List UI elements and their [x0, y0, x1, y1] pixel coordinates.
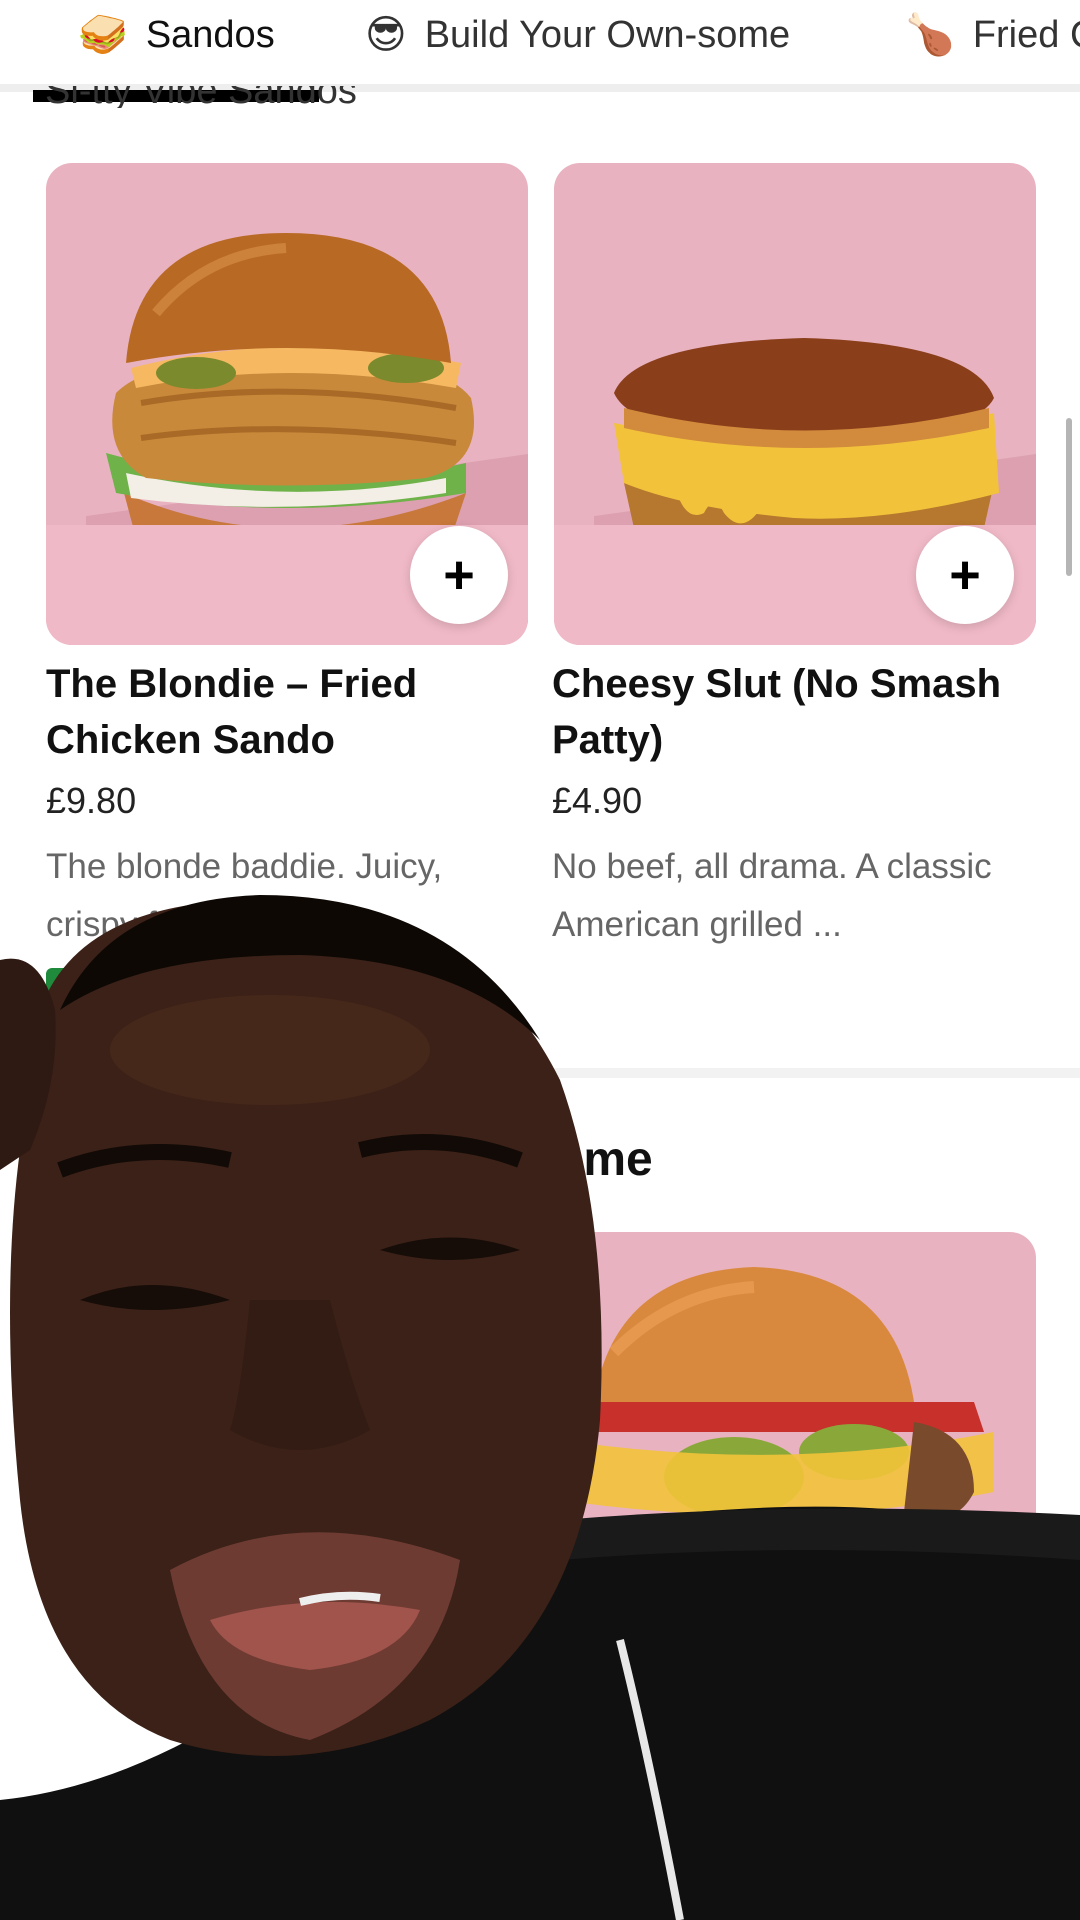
tab-label: Build Your Own-some — [424, 13, 791, 56]
product-title[interactable]: Cheesy Slut (No Smash Patty) — [552, 656, 1022, 768]
tab-sandos[interactable]: 🥪 Sandos — [78, 10, 275, 60]
product-image-burger[interactable] — [554, 1232, 1036, 1632]
product-title[interactable]: The Blondie – Fried Chicken Sando — [46, 656, 516, 768]
add-to-cart-button[interactable]: + — [410, 526, 508, 624]
scrollbar[interactable] — [1066, 418, 1072, 576]
tab-build-your-own[interactable]: 😎 Build Your Own-some — [365, 10, 790, 60]
cheeseburger-image — [574, 1267, 994, 1519]
sandwich-icon: 🥪 — [78, 13, 128, 57]
section-title: ome — [554, 1133, 653, 1186]
tab-label: Fried C — [972, 13, 1080, 56]
section-divider — [0, 1068, 1080, 1078]
tab-fried-chicken[interactable]: 🍗 Fried C — [905, 10, 1080, 60]
promo-badge: Po — [46, 968, 106, 1012]
product-description: The blonde baddie. Juicy, crispy fr... — [46, 847, 443, 944]
add-to-cart-button[interactable]: + — [916, 526, 1014, 624]
product-price: £9.80 — [46, 780, 137, 821]
category-tab-bar: 🥪 Sandos 😎 Build Your Own-some 🍗 Fried C — [0, 0, 1080, 92]
section-heading-partial: Sl-tty Vibe Sandos — [45, 86, 357, 108]
sunglasses-face-icon: 😎 — [365, 13, 407, 57]
product-description: No beef, all drama. A classic American g… — [552, 847, 992, 944]
tab-label: Sandos — [145, 13, 275, 56]
product-price: £4.90 — [552, 780, 643, 821]
chicken-leg-icon: 🍗 — [905, 13, 955, 57]
